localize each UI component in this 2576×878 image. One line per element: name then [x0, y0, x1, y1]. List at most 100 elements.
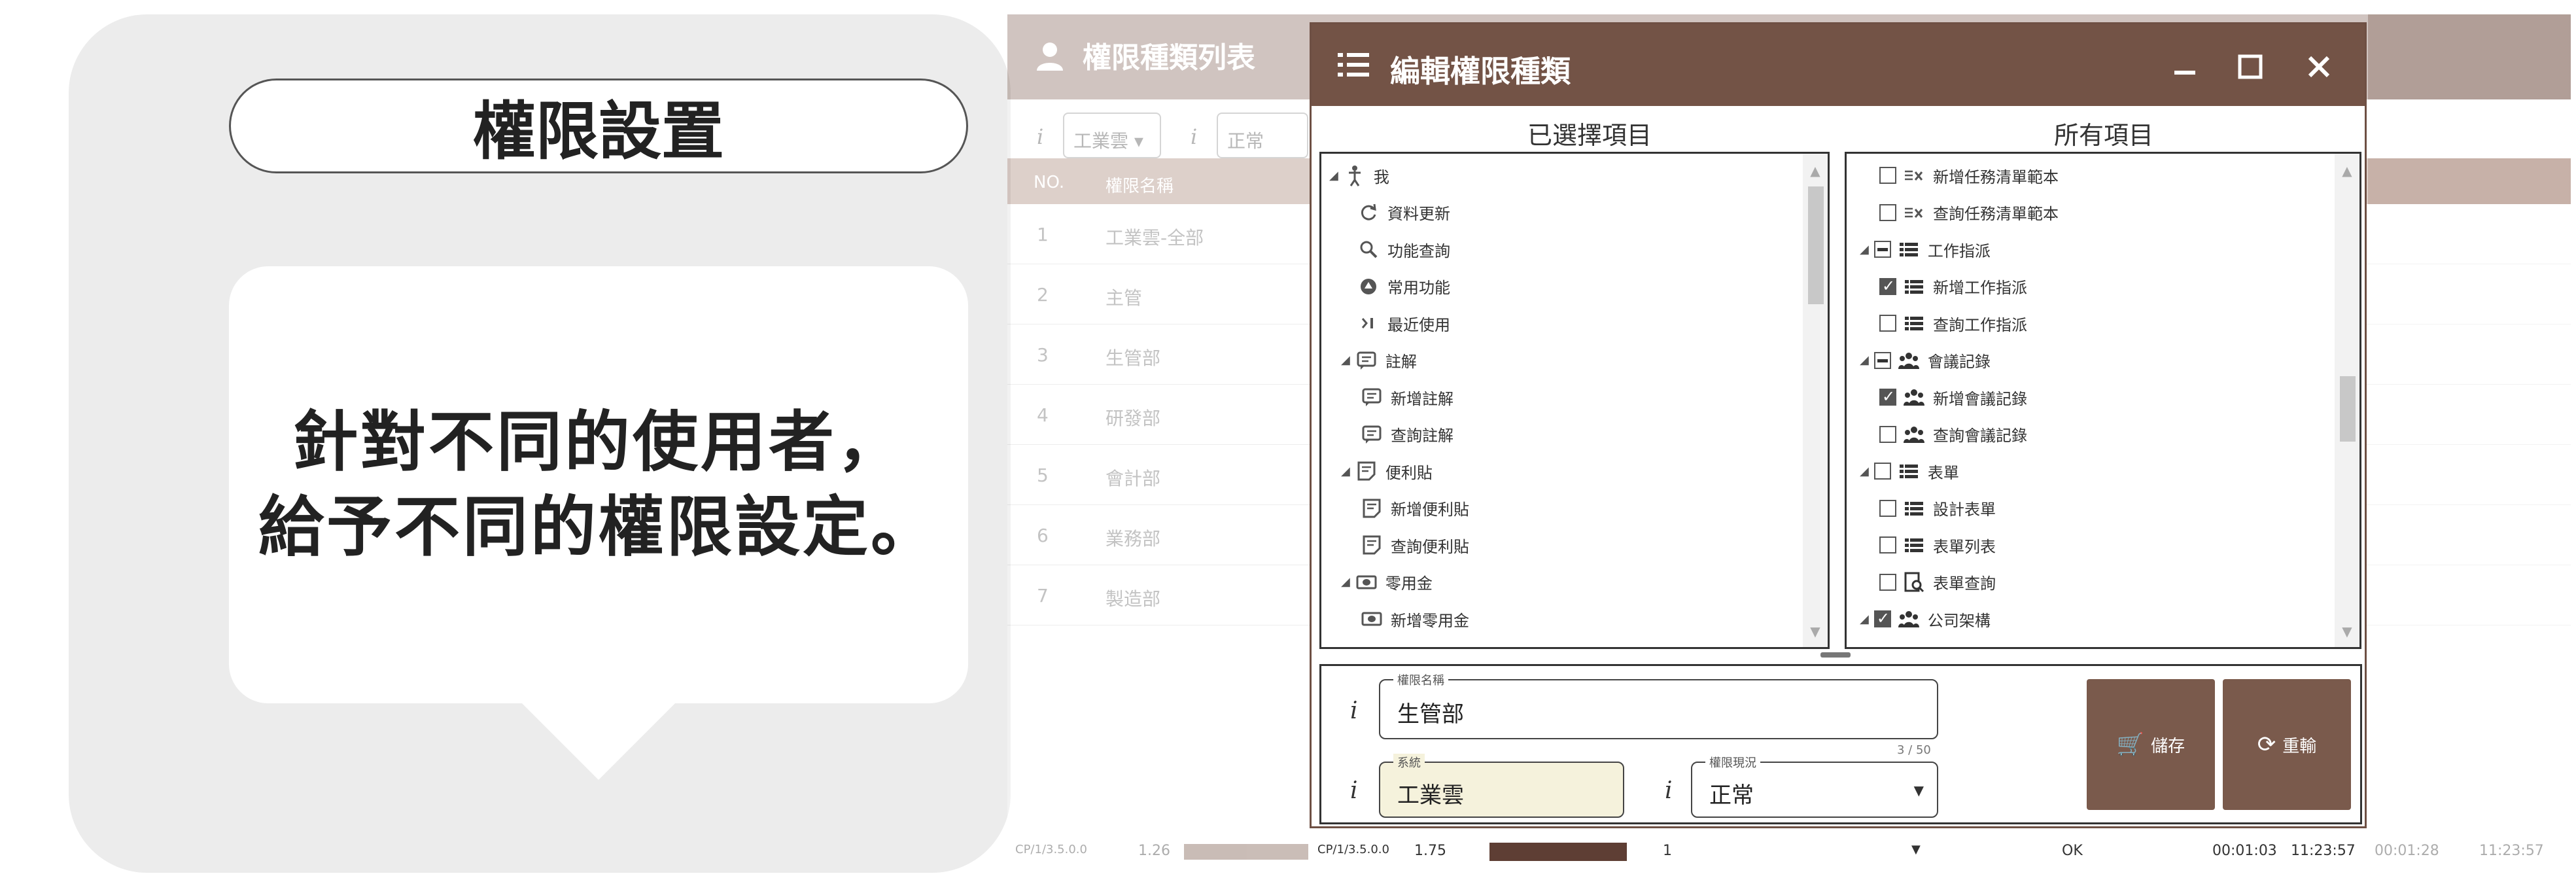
bg-system-filter[interactable]: 工業雲 ▾	[1063, 113, 1161, 158]
bg-status-filter[interactable]: 正常	[1217, 113, 1308, 158]
tree-item[interactable]: 查詢註解	[1361, 418, 1453, 451]
tree-item[interactable]: 新增零用金	[1361, 603, 1469, 635]
checkbox[interactable]	[1879, 499, 1896, 517]
tree-item-label: 便利貼	[1385, 463, 1433, 482]
expand-triangle-icon[interactable]: ◢	[1860, 612, 1869, 626]
tree-item[interactable]: 查詢便利貼	[1361, 529, 1469, 561]
checkbox[interactable]	[1873, 241, 1891, 258]
tree-item[interactable]: 新增會議記錄	[1879, 381, 2027, 413]
tree-item[interactable]: 功能查詢	[1357, 233, 1450, 266]
minimize-button[interactable]	[2162, 44, 2208, 90]
recent-icon	[1357, 312, 1380, 334]
comment-icon	[1361, 386, 1383, 408]
tree-item[interactable]: 設計表單	[1879, 492, 1996, 525]
col-name: 權限名稱	[1105, 177, 1174, 196]
expand-triangle-icon[interactable]: ◢	[1860, 243, 1869, 256]
scroll-thumb[interactable]	[2340, 376, 2356, 442]
tree-item[interactable]: 查詢工作指派	[1879, 307, 2027, 340]
system-field[interactable]: 系統 工業雲	[1379, 754, 1624, 818]
checkbox[interactable]	[1879, 203, 1896, 221]
user-icon	[1037, 43, 1063, 71]
checkbox[interactable]	[1879, 573, 1896, 591]
tree-item[interactable]: ◢ 零用金	[1341, 566, 1433, 599]
bg-right-titlebar	[2368, 14, 2571, 99]
maximize-button[interactable]	[2227, 44, 2273, 90]
tree-item-label: 會議記錄	[1927, 353, 1991, 371]
tree-item[interactable]: 新增註解	[1361, 381, 1453, 413]
task-icon	[1903, 164, 1925, 186]
checkbox[interactable]	[1879, 536, 1896, 553]
tree-item-label: 註解	[1385, 353, 1417, 371]
selected-items-header: 已選擇項目	[1527, 121, 1652, 150]
list-menu-icon	[1338, 53, 1369, 77]
tree-item-label: 表單查詢	[1933, 574, 1996, 593]
save-button[interactable]: 🛒 儲存	[2087, 679, 2215, 810]
scroll-down-arrow[interactable]: ▼	[2340, 623, 2354, 639]
tree-item[interactable]: 新增任務清單範本	[1879, 159, 2059, 192]
dialog-status-bar: CP/1/3.5.0.0 1.75 1 ▼ OK 00:01:03 11:23:…	[1310, 831, 2367, 871]
checkbox[interactable]	[1873, 463, 1891, 480]
expand-triangle-icon[interactable]: ◢	[1341, 353, 1350, 367]
tree-item[interactable]: ◢ 表單	[1860, 455, 1959, 487]
tree-item[interactable]: ◢ 工作指派	[1860, 233, 1991, 266]
tree-item[interactable]: 表單查詢	[1879, 566, 1996, 599]
info-icon: i	[1350, 777, 1358, 804]
checkbox[interactable]	[1879, 425, 1896, 443]
tree-item[interactable]: 資料更新	[1357, 196, 1450, 229]
tree-item[interactable]: 最近使用	[1357, 307, 1450, 340]
save-label: 儲存	[2151, 736, 2185, 756]
expand-triangle-icon[interactable]: ◢	[1860, 353, 1869, 367]
expand-triangle-icon[interactable]: ◢	[1341, 465, 1350, 478]
tree-item[interactable]: 常用功能	[1357, 270, 1450, 303]
close-button[interactable]	[2296, 44, 2342, 90]
tree-item[interactable]: ◢ 便利貼	[1341, 455, 1433, 487]
checkbox[interactable]	[1879, 167, 1896, 184]
scroll-thumb[interactable]	[1808, 186, 1824, 304]
info-icon: i	[1037, 124, 1044, 149]
all-items-tree[interactable]: 新增任務清單範本查詢任務清單範本 ◢ 工作指派新增工作指派查詢工作指派 ◢ 會議記錄新增…	[1845, 152, 2361, 649]
expand-triangle-icon[interactable]: ◢	[1860, 465, 1869, 478]
background-window-right	[2368, 14, 2571, 870]
scrollbar[interactable]: ▲ ▼	[2335, 154, 2359, 647]
tree-item-label: 零用金	[1385, 574, 1433, 593]
expand-triangle-icon[interactable]: ◢	[1341, 575, 1350, 589]
tree-item[interactable]: 查詢會議記錄	[1879, 418, 2027, 451]
checkbox[interactable]	[1879, 277, 1896, 295]
bg-status-bar-right: 00:01:28 11:23:57	[2375, 843, 2544, 859]
tree-item[interactable]: 表單列表	[1879, 529, 1996, 561]
info-icon: i	[1665, 777, 1673, 804]
tree-item[interactable]: ◢ 公司架構	[1860, 603, 1991, 635]
dialog-titlebar[interactable]: 編輯權限種類	[1312, 24, 2365, 106]
selected-items-tree[interactable]: ◢ 我資料更新功能查詢常用功能最近使用 ◢ 註解新增註解查詢註解 ◢ 便利貼新增便利貼查詢…	[1319, 152, 1830, 649]
maximize-icon	[2238, 54, 2263, 79]
expand-triangle-icon[interactable]: ◢	[1329, 169, 1338, 183]
reset-button[interactable]: ⟳ 重輸	[2223, 679, 2351, 810]
promo-title: 權限設置	[229, 79, 968, 173]
checkbox[interactable]	[1873, 609, 1891, 627]
comment-icon	[1361, 423, 1383, 446]
scroll-up-arrow[interactable]: ▲	[1808, 163, 1822, 179]
tree-item[interactable]: 新增便利貼	[1361, 492, 1469, 525]
tree-item[interactable]: ◢ 我	[1329, 159, 1389, 192]
bg-system-value: 工業雲	[1073, 130, 1129, 152]
tree-item[interactable]: 新增工作指派	[1879, 270, 2027, 303]
chevron-down-icon[interactable]: ▼	[1911, 843, 1921, 856]
promo-bubble: 針對不同的使用者， 給予不同的權限設定。	[229, 266, 968, 703]
checkbox[interactable]	[1873, 351, 1891, 369]
checkbox[interactable]	[1879, 315, 1896, 332]
tree-item[interactable]: 查詢任務清單範本	[1879, 196, 2059, 229]
permission-form: i 權限名稱 生管部 3 / 50 i 系統 工業雲 i 權限現況 正常 ▼ 🛒…	[1319, 664, 2362, 824]
scroll-up-arrow[interactable]: ▲	[2340, 163, 2354, 179]
tree-item[interactable]: ◢ 會議記錄	[1860, 344, 1991, 377]
permission-status-select[interactable]: 權限現況 正常 ▼	[1691, 754, 1938, 818]
scroll-down-arrow[interactable]: ▼	[1808, 623, 1822, 639]
scrollbar[interactable]: ▲ ▼	[1803, 154, 1828, 647]
info-icon: i	[1350, 697, 1358, 724]
pane-splitter[interactable]	[1820, 652, 1851, 658]
checkbox[interactable]	[1879, 387, 1896, 406]
tree-item-label: 工作指派	[1927, 241, 1991, 260]
list-icon	[1903, 534, 1925, 556]
people-icon	[1903, 386, 1925, 408]
tree-item[interactable]: ◢ 註解	[1341, 344, 1417, 377]
permission-name-field[interactable]: 權限名稱 生管部	[1379, 671, 1938, 739]
